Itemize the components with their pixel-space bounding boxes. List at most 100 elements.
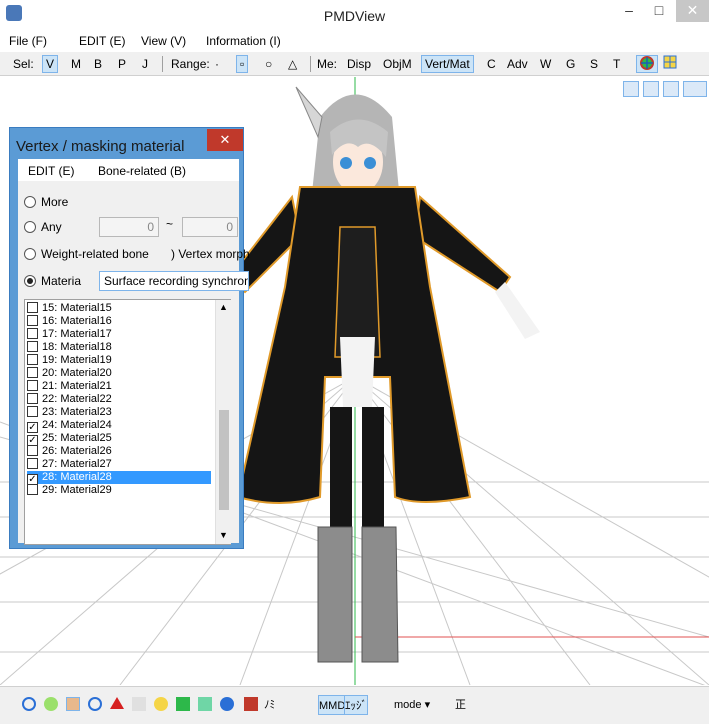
checkbox[interactable] — [27, 393, 38, 404]
edge-button[interactable]: ｴｯｼﾞ — [344, 695, 368, 715]
list-item[interactable]: 19: Material19 — [27, 354, 211, 367]
dialog-menu-edit[interactable]: EDIT (E) — [28, 164, 74, 178]
menu-information[interactable]: Information (I) — [206, 34, 281, 48]
me-c-button[interactable]: C — [484, 55, 499, 73]
reset-view-gizmo-icon[interactable] — [683, 81, 707, 97]
me-t-button[interactable]: T — [610, 55, 623, 73]
checkbox[interactable] — [27, 302, 38, 313]
radio-material[interactable] — [24, 275, 36, 287]
mode-dropdown[interactable]: mode ▾ — [394, 695, 430, 715]
scroll-down-icon[interactable]: ▼ — [219, 530, 228, 540]
scrollbar-thumb[interactable] — [219, 410, 229, 510]
me-vertmat-button[interactable]: Vert/Mat — [421, 55, 474, 73]
material-mode-dropdown[interactable]: Surface recording synchroniz — [99, 271, 249, 291]
checkbox[interactable] — [27, 406, 38, 417]
option-material[interactable]: Materia — [24, 272, 81, 290]
menu-edit[interactable]: EDIT (E) — [79, 34, 125, 48]
bone-icon[interactable] — [176, 697, 190, 711]
range-circle-button[interactable]: ○ — [262, 55, 275, 73]
me-g-button[interactable]: G — [563, 55, 578, 73]
list-item[interactable]: 26: Material26 — [27, 445, 211, 458]
checkbox[interactable] — [27, 354, 38, 365]
checkbox[interactable] — [27, 367, 38, 378]
texture-icon[interactable] — [66, 697, 80, 711]
scroll-up-icon[interactable]: ▲ — [219, 302, 228, 312]
any-to-field[interactable]: 0 — [182, 217, 238, 237]
sel-material-button[interactable]: M — [68, 55, 84, 73]
option-material-label: Materia — [41, 274, 82, 288]
sphere-icon[interactable] — [88, 697, 102, 711]
triangle-icon[interactable] — [110, 697, 124, 709]
option-weight[interactable]: Weight-related bone — [24, 245, 149, 263]
mmd-button[interactable]: MMD — [318, 695, 347, 715]
any-from-field[interactable]: 0 — [99, 217, 159, 237]
wire-icon[interactable] — [132, 697, 146, 711]
sel-p-button[interactable]: P — [115, 55, 129, 73]
light-icon[interactable] — [44, 697, 58, 711]
checkbox[interactable] — [27, 484, 38, 495]
minimize-button[interactable]: – — [615, 0, 643, 22]
list-item[interactable]: 15: Material15 — [27, 302, 211, 315]
move-xz-gizmo-icon[interactable] — [643, 81, 659, 97]
checkbox[interactable] — [27, 315, 38, 326]
morph-icon[interactable] — [198, 697, 212, 711]
option-any[interactable]: Any — [24, 218, 62, 236]
color-icon[interactable] — [244, 697, 258, 711]
list-scrollbar[interactable]: ▲ ▼ — [215, 300, 231, 544]
any-tilde: ~ — [166, 217, 174, 231]
list-item[interactable]: 21: Material21 — [27, 380, 211, 393]
list-item[interactable]: 22: Material22 — [27, 393, 211, 406]
dialog-close-button[interactable]: ✕ — [207, 129, 243, 151]
me-objm-button[interactable]: ObjM — [380, 55, 415, 73]
range-rect-button[interactable]: ▫ — [236, 55, 249, 73]
checkbox[interactable] — [27, 341, 38, 352]
list-item[interactable]: 27: Material27 — [27, 458, 211, 471]
me-adv-button[interactable]: Adv — [504, 55, 531, 73]
move-xy-gizmo-icon[interactable] — [623, 81, 639, 97]
physics-icon[interactable] — [220, 697, 234, 711]
me-disp-button[interactable]: Disp — [344, 55, 374, 73]
list-item[interactable]: 29: Material29 — [27, 484, 211, 497]
list-item[interactable]: 23: Material23 — [27, 406, 211, 419]
list-item[interactable]: 16: Material16 — [27, 315, 211, 328]
range-point-button[interactable]: · — [212, 55, 222, 73]
sel-bone-button[interactable]: B — [91, 55, 105, 73]
sel-vertex-button[interactable]: V — [42, 55, 59, 73]
vertex-morph-option[interactable]: ) Vertex morph — [171, 245, 250, 263]
checkbox[interactable] — [27, 380, 38, 391]
sel-joint-button[interactable]: J — [139, 55, 151, 73]
checkbox[interactable] — [27, 445, 38, 456]
nomi-button[interactable]: ﾉﾐ — [264, 695, 275, 715]
radio-any[interactable] — [24, 221, 36, 233]
range-triangle-button[interactable]: △ — [285, 55, 300, 73]
radio-more[interactable] — [24, 196, 36, 208]
close-button[interactable]: ✕ — [676, 0, 709, 22]
option-more[interactable]: More — [24, 193, 68, 211]
grid-button[interactable] — [660, 55, 682, 73]
checkbox[interactable] — [27, 458, 38, 469]
maximize-button[interactable]: □ — [645, 0, 673, 22]
me-s-button[interactable]: S — [587, 55, 601, 73]
target-icon[interactable] — [22, 697, 36, 711]
rotate-gizmo-icon[interactable] — [663, 81, 679, 97]
menu-file[interactable]: File (F) — [9, 34, 47, 48]
kanji-button[interactable]: 正 — [455, 695, 466, 715]
color-target-button[interactable] — [636, 55, 658, 73]
option-more-label: More — [41, 195, 69, 209]
list-item[interactable]: ✓ 25: Material25 — [27, 432, 211, 446]
list-item-label: 20: Material20 — [42, 367, 112, 379]
menu-view[interactable]: View (V) — [141, 34, 186, 48]
radio-weight-bone[interactable] — [24, 248, 36, 260]
list-item-label: 17: Material17 — [42, 328, 112, 340]
material-list[interactable]: 15: Material15 16: Material16 17: Materi… — [24, 299, 231, 545]
list-item[interactable]: 18: Material18 — [27, 341, 211, 354]
range-label: Range: — [171, 57, 210, 71]
list-item[interactable]: 20: Material20 — [27, 367, 211, 380]
list-item[interactable]: 17: Material17 — [27, 328, 211, 341]
me-w-button[interactable]: W — [537, 55, 554, 73]
dialog-menu-bone-related[interactable]: Bone-related (B) — [98, 164, 186, 178]
checkbox[interactable] — [27, 328, 38, 339]
sun-icon[interactable] — [154, 697, 168, 711]
list-item-selected[interactable]: ✓ 28: Material28 — [27, 471, 211, 485]
list-item[interactable]: ✓ 24: Material24 — [27, 419, 211, 433]
